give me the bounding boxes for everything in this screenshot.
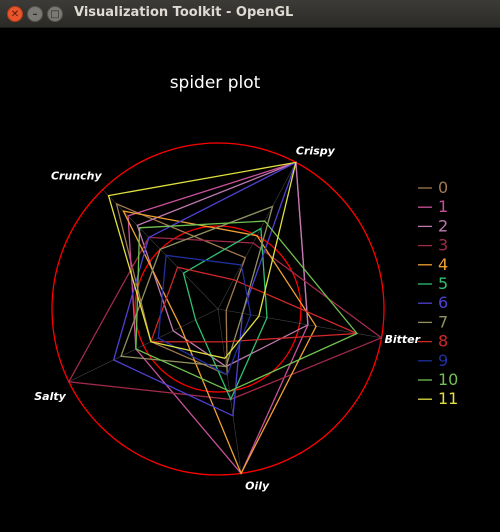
legend-label-0: 0 bbox=[438, 178, 448, 197]
legend-label-2: 2 bbox=[438, 216, 448, 235]
axis-label-bitter: Bitter bbox=[384, 333, 420, 346]
series-6-polygon bbox=[112, 161, 298, 417]
legend-label-7: 7 bbox=[438, 312, 448, 331]
series-3-polygon bbox=[67, 236, 383, 401]
axis-label-crunchy: Crunchy bbox=[51, 170, 103, 183]
legend-label-9: 9 bbox=[438, 351, 448, 370]
axis-label-oily: Oily bbox=[245, 479, 270, 492]
maximize-button[interactable]: □ bbox=[47, 6, 63, 22]
legend-label-5: 5 bbox=[438, 274, 448, 293]
minimize-button[interactable]: – bbox=[27, 6, 43, 22]
legend-label-4: 4 bbox=[438, 255, 448, 274]
legend-label-1: 1 bbox=[438, 197, 448, 216]
series-1-polygon bbox=[127, 161, 309, 475]
window-title: Visualization Toolkit - OpenGL bbox=[74, 5, 294, 20]
legend-label-10: 10 bbox=[438, 370, 458, 389]
axis-label-crispy: Crispy bbox=[296, 144, 336, 157]
chart-title: spider plot bbox=[170, 73, 261, 93]
axis-label-salty: Salty bbox=[34, 390, 66, 403]
legend-label-8: 8 bbox=[438, 332, 448, 351]
render-canvas: spider plot Crispy Bitter Oily Salty Crunchy… bbox=[0, 28, 500, 528]
legend-label-3: 3 bbox=[438, 236, 448, 255]
close-button[interactable]: ✕ bbox=[7, 6, 23, 22]
legend-label-6: 6 bbox=[438, 293, 448, 312]
window-titlebar: ✕ – □ Visualization Toolkit - OpenGL bbox=[0, 0, 500, 28]
spider-plot: spider plot Crispy Bitter Oily Salty Crunchy… bbox=[34, 73, 458, 492]
legend-label-11: 11 bbox=[438, 389, 458, 408]
